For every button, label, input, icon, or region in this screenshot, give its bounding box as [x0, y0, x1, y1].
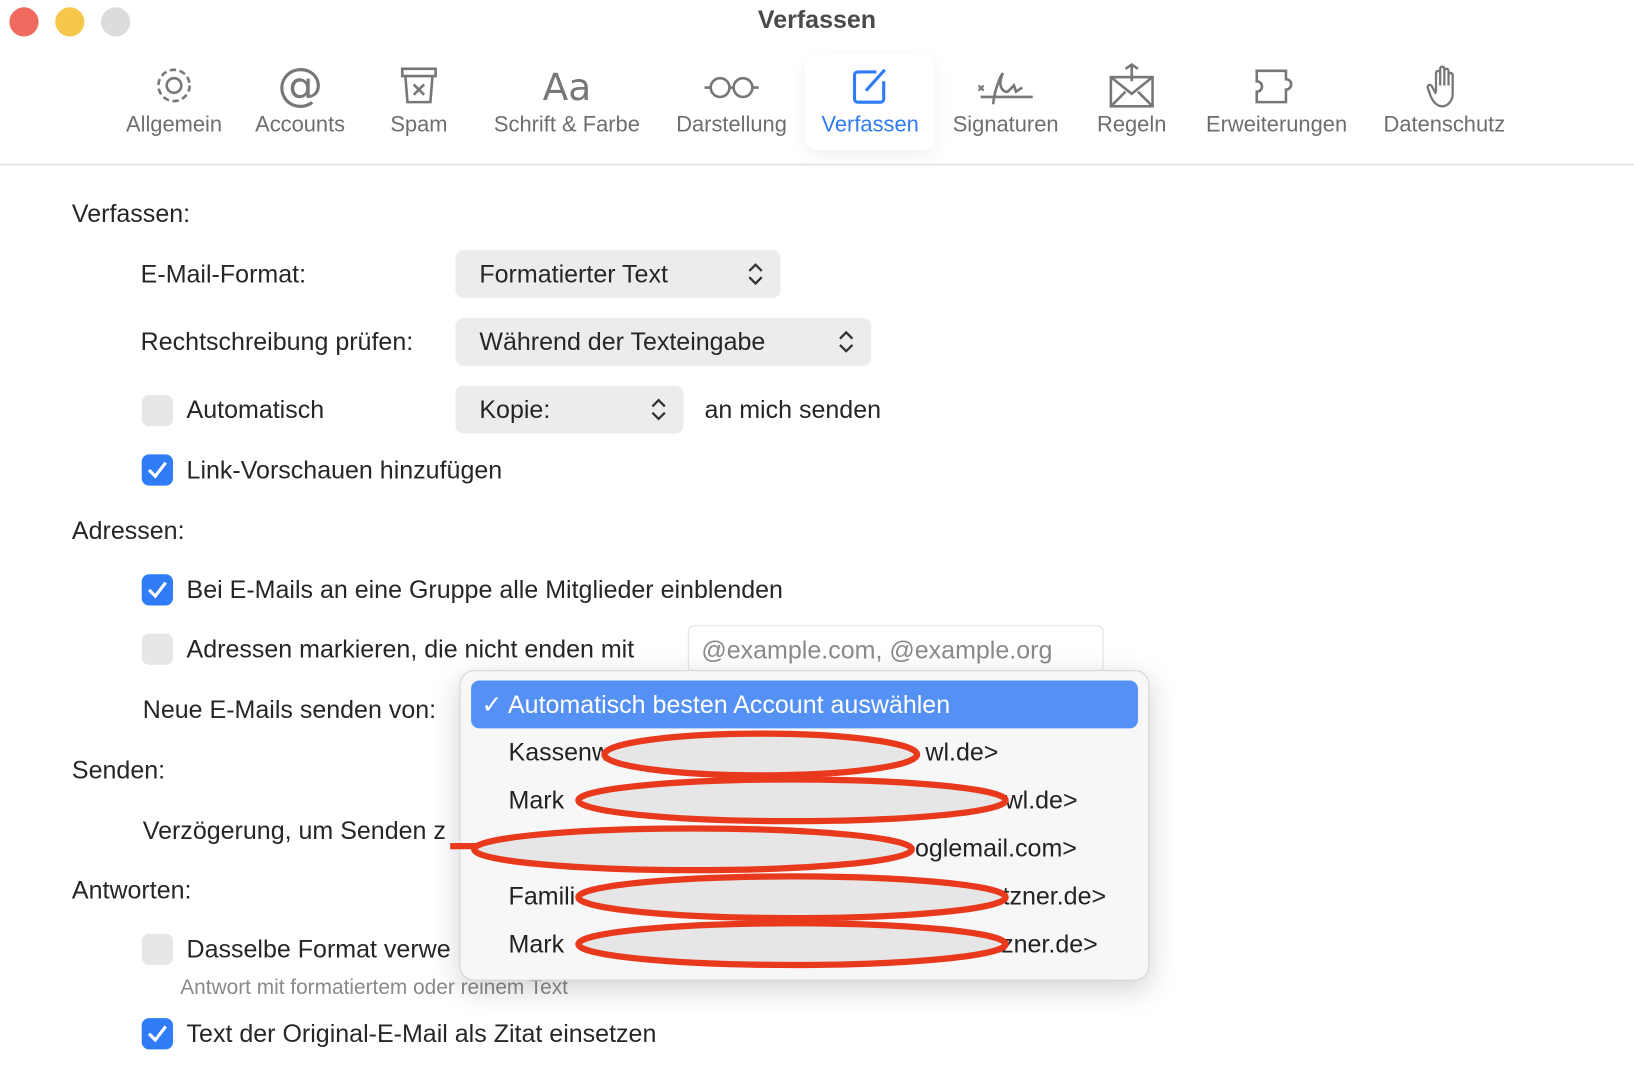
redaction-mark [575, 873, 1009, 922]
redaction-mark [575, 776, 1009, 825]
redaction-scribbles [450, 730, 1009, 969]
redaction-mark [601, 730, 921, 779]
redaction-mark [575, 920, 1009, 969]
redaction-mark [471, 825, 915, 874]
